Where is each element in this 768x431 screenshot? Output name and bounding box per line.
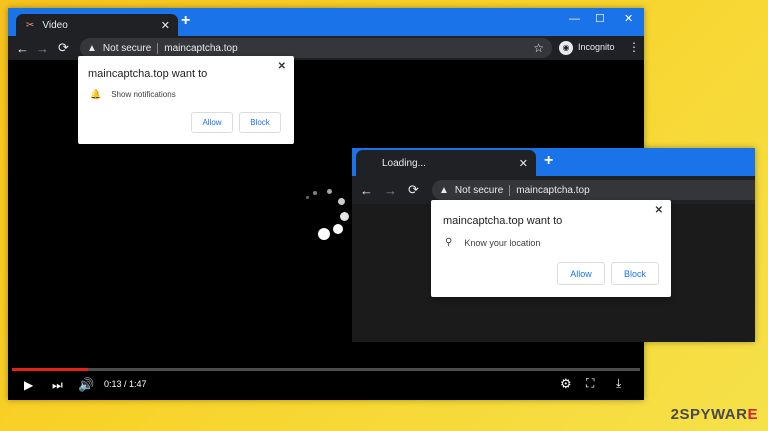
main-title-bar: ✂ Video ✕ + — ☐ ✕ — [8, 8, 644, 36]
prompt-close-icon[interactable]: ✕ — [278, 61, 286, 72]
spinner-dot — [306, 196, 309, 199]
omnibox[interactable]: ▲ Not secure maincaptcha.top — [432, 180, 755, 200]
back-icon[interactable]: ← — [16, 41, 29, 56]
tab-close-icon[interactable]: ✕ — [161, 19, 170, 32]
tab-loading[interactable]: Loading... ✕ — [356, 150, 536, 176]
second-browser-window: Loading... ✕ + ← → ⟳ ▲ Not secure mainca… — [352, 148, 755, 342]
security-label: Not secure — [454, 184, 504, 196]
close-window-button[interactable]: ✕ — [624, 12, 633, 25]
allow-button[interactable]: Allow — [191, 112, 233, 133]
block-button[interactable]: Block — [611, 262, 659, 285]
omnibox[interactable]: ▲ Not secure maincaptcha.top ☆ — [80, 38, 552, 58]
permission-text: Know your location — [464, 237, 541, 248]
settings-icon[interactable]: ⚙ — [560, 376, 572, 392]
prompt-title: maincaptcha.top want to — [88, 68, 208, 80]
time-display: 0:13 / 1:47 — [104, 379, 147, 389]
warning-icon: ▲ — [87, 42, 97, 54]
notification-permission-prompt: maincaptcha.top want to ✕ 🔔 Show notific… — [78, 56, 294, 144]
security-label: Not secure — [102, 42, 152, 54]
spinner-dot — [313, 191, 317, 195]
warning-icon: ▲ — [439, 184, 449, 196]
prompt-close-icon[interactable]: ✕ — [655, 205, 663, 216]
block-button[interactable]: Block — [239, 112, 281, 133]
forward-icon[interactable]: → — [384, 183, 397, 198]
omnibox-divider — [509, 184, 511, 196]
new-tab-button[interactable]: + — [181, 12, 190, 30]
allow-button[interactable]: Allow — [557, 262, 605, 285]
location-pin-icon: ⚲ — [445, 237, 453, 248]
permission-text: Show notifications — [111, 90, 176, 99]
progress-track[interactable] — [12, 368, 640, 371]
watermark-accent: E — [747, 406, 758, 423]
fullscreen-icon[interactable]: ⛶ — [586, 376, 594, 391]
volume-icon[interactable]: 🔊 — [78, 377, 94, 393]
watermark-prefix: 2SPYWAR — [670, 406, 748, 423]
prompt-permission-row: ⚲ Know your location — [445, 237, 540, 248]
star-icon[interactable]: ☆ — [533, 41, 544, 55]
spinner-dot — [340, 212, 349, 221]
url-text: maincaptcha.top — [164, 42, 238, 54]
maximize-button[interactable]: ☐ — [595, 12, 605, 25]
spinner-dot — [333, 224, 343, 234]
progress-fill — [12, 368, 88, 371]
video-controls: ▶ ⏭ 🔊 0:13 / 1:47 ⚙ ⛶ ⤓ — [8, 368, 644, 400]
second-title-bar: Loading... ✕ + — [352, 148, 755, 176]
next-icon[interactable]: ⏭ — [52, 378, 63, 393]
play-icon[interactable]: ▶ — [24, 378, 33, 392]
url-text: maincaptcha.top — [516, 184, 590, 196]
tab-video[interactable]: ✂ Video ✕ — [16, 14, 178, 36]
spinner-dot — [318, 228, 330, 240]
reload-icon[interactable]: ⟳ — [58, 40, 69, 56]
tab-close-icon[interactable]: ✕ — [519, 157, 528, 170]
tab-favicon-icon: ✂ — [26, 19, 35, 31]
back-icon[interactable]: ← — [360, 183, 373, 198]
omnibox-divider — [157, 42, 159, 54]
menu-icon[interactable]: ⋮ — [628, 40, 640, 54]
spinner-dot — [327, 189, 332, 194]
location-permission-prompt: maincaptcha.top want to ✕ ⚲ Know your lo… — [431, 200, 671, 297]
minimize-button[interactable]: — — [569, 13, 580, 25]
prompt-permission-row: 🔔 Show notifications — [90, 89, 176, 100]
new-tab-button[interactable]: + — [544, 152, 553, 170]
bell-icon: 🔔 — [90, 89, 102, 99]
forward-icon[interactable]: → — [36, 41, 49, 56]
incognito-icon: ◉ — [559, 41, 573, 55]
spinner-dot — [338, 198, 345, 205]
download-icon[interactable]: ⤓ — [616, 376, 621, 391]
profile-label[interactable]: Incognito — [578, 42, 615, 52]
tab-title: Video — [42, 19, 68, 31]
reload-icon[interactable]: ⟳ — [408, 182, 419, 198]
watermark-logo: 2SPYWARE — [671, 406, 758, 423]
prompt-title: maincaptcha.top want to — [443, 215, 563, 227]
loading-spinner — [296, 188, 356, 248]
tab-title: Loading... — [382, 157, 426, 169]
